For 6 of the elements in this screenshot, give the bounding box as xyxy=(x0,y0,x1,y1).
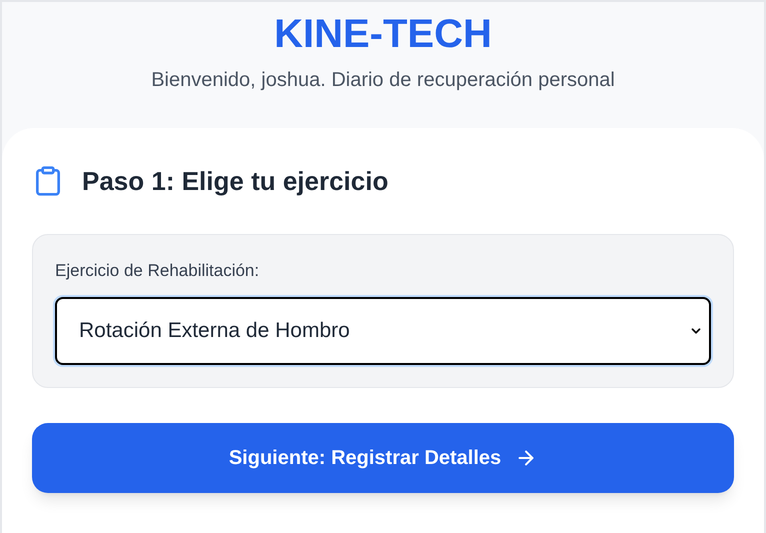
next-button[interactable]: Siguiente: Registrar Detalles xyxy=(32,423,734,493)
exercise-label: Ejercicio de Rehabilitación: xyxy=(55,260,260,282)
exercise-select[interactable]: Rotación Externa de Hombro xyxy=(55,297,711,365)
step-heading: Paso 1: Elige tu ejercicio xyxy=(82,165,388,198)
app-title: KINE-TECH xyxy=(274,11,492,58)
welcome-subtitle: Bienvenido, joshua. Diario de recuperación personal xyxy=(151,68,615,93)
